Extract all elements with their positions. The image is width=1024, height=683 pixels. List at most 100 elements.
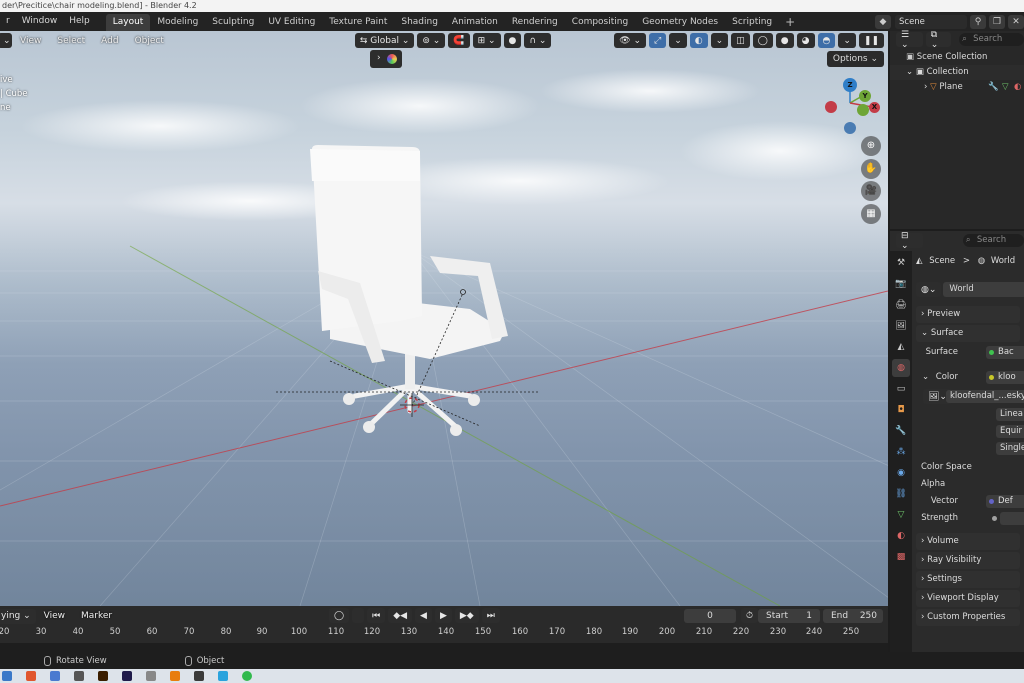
view-layer-tab-icon[interactable]: 🖼 — [892, 317, 910, 335]
overlays-toggle[interactable]: ◐ — [689, 33, 708, 48]
gizmo-z-axis[interactable]: Z — [843, 78, 857, 92]
gizmo-x-axis[interactable]: X — [869, 102, 880, 113]
timeline-view-menu[interactable]: View — [36, 611, 73, 621]
gizmo-neg-y-axis[interactable] — [857, 104, 869, 116]
play-button[interactable]: ▶ — [434, 608, 452, 623]
snap-toggle[interactable]: 🧲 — [448, 33, 470, 48]
timeline[interactable]: ying ⌄ View Marker ◯ ⏮ ◆◀ ◀ ▶ ▶◆ ⏭ 0 ⏱ S… — [0, 606, 888, 652]
stopwatch-icon[interactable]: ⏱ — [741, 608, 759, 623]
start-frame-field[interactable]: Start 1 — [758, 609, 820, 623]
pivot-point-dropdown[interactable]: ⊚ ⌄ — [417, 33, 446, 48]
brave-icon[interactable] — [26, 671, 36, 681]
menu-help[interactable]: Help — [63, 12, 96, 31]
timeline-track[interactable] — [0, 643, 888, 652]
strength-input-field[interactable] — [1000, 512, 1024, 525]
expand-arrow-icon[interactable]: ⌄ — [906, 67, 913, 77]
menu-object[interactable]: Object — [127, 36, 172, 46]
tab-sculpting[interactable]: Sculpting — [205, 14, 261, 31]
pan-view-icon[interactable]: ✋ — [861, 159, 881, 179]
jump-to-next-keyframe-button[interactable]: ▶◆ — [454, 608, 479, 623]
timeline-marker-menu[interactable]: Marker — [73, 611, 120, 621]
app-icon[interactable] — [74, 671, 84, 681]
after-effects-icon[interactable] — [122, 671, 132, 681]
vector-input-field[interactable]: Def — [986, 495, 1024, 508]
snap-target-dropdown[interactable]: ⊞ ⌄ — [472, 33, 501, 48]
telegram-icon[interactable] — [218, 671, 228, 681]
object-tab-icon[interactable]: ◘ — [892, 401, 910, 419]
world-tab-icon[interactable]: ◍ — [892, 359, 910, 377]
docs-icon[interactable] — [50, 671, 60, 681]
particles-tab-icon[interactable]: ⁂ — [892, 443, 910, 461]
scene-name-field[interactable]: Scene — [895, 14, 967, 29]
auto-keying-toggle[interactable]: ◯ — [329, 608, 350, 623]
app-icon[interactable] — [194, 671, 204, 681]
falloff-dropdown[interactable]: ∩ ⌄ — [524, 33, 552, 48]
menu-add[interactable]: Add — [93, 36, 126, 46]
world-name-field[interactable]: World — [943, 282, 1024, 297]
new-scene-icon[interactable]: ❐ — [989, 14, 1005, 29]
constraints-tab-icon[interactable]: ⛓ — [892, 485, 910, 503]
outliner-row-scene-collection[interactable]: ▣ Scene Collection — [890, 50, 1024, 65]
source-dropdown[interactable]: Single — [996, 442, 1024, 455]
add-workspace-button[interactable]: + — [779, 15, 801, 29]
render-tab-icon[interactable]: 📷 — [892, 275, 910, 293]
tab-compositing[interactable]: Compositing — [565, 14, 635, 31]
frame-ruler[interactable]: 20 30 40 50 60 70 80 90 100 110 120 130 … — [0, 627, 888, 642]
gizmo-neg-z-axis[interactable] — [844, 122, 856, 134]
shading-dropdown[interactable]: ⌄ — [838, 33, 856, 48]
menu-view[interactable]: View — [12, 36, 49, 46]
shading-wireframe[interactable]: ◯ — [752, 33, 773, 48]
properties-editor[interactable]: ⊟ ⌄ ⌕ Search ⚒ 📷 🖨 🖼 ◭ ◍ ▭ ◘ 🔧 ⁂ ◉ ⛓ ▽ ◐… — [890, 231, 1024, 652]
data-tab-icon[interactable]: ▽ — [892, 506, 910, 524]
menu-window[interactable]: Window — [16, 12, 64, 31]
expand-arrow-icon[interactable]: › — [924, 82, 927, 92]
expand-arrow-icon[interactable]: ⌄ — [922, 369, 929, 386]
surface-shader-field[interactable]: Bac — [986, 346, 1024, 359]
jump-to-prev-keyframe-button[interactable]: ◆◀ — [388, 608, 413, 623]
pause-render-icon[interactable]: ❚❚ — [858, 33, 884, 48]
playback-dropdown[interactable]: ying ⌄ — [0, 608, 36, 624]
tab-geometry-nodes[interactable]: Geometry Nodes — [635, 14, 725, 31]
end-frame-field[interactable]: End 250 — [823, 609, 883, 623]
section-surface[interactable]: ⌄ Surface — [916, 325, 1020, 342]
xray-toggle[interactable]: ◫ — [731, 33, 750, 48]
options-dropdown[interactable]: Options ⌄ — [826, 51, 884, 67]
shading-material[interactable]: ◕ — [796, 33, 815, 48]
color-input-field[interactable]: kloo — [986, 371, 1024, 384]
tab-texture-paint[interactable]: Texture Paint — [322, 14, 394, 31]
scene-icon[interactable]: ◆ — [875, 14, 891, 29]
tab-animation[interactable]: Animation — [445, 14, 505, 31]
editor-type-button[interactable]: ⌄ — [0, 33, 12, 48]
material-tab-icon[interactable]: ◐ — [892, 527, 910, 545]
jump-to-start-button[interactable]: ⏮ — [367, 608, 386, 623]
outliner-row-collection[interactable]: ⌄ ▣ Collection — [890, 65, 1024, 80]
play-reverse-button[interactable]: ◀ — [415, 608, 432, 623]
shading-rendered[interactable]: ◓ — [817, 33, 836, 48]
tab-modeling[interactable]: Modeling — [150, 14, 205, 31]
menu-select[interactable]: Select — [49, 36, 93, 46]
tab-rendering[interactable]: Rendering — [505, 14, 565, 31]
delete-scene-icon[interactable]: ✕ — [1008, 14, 1024, 29]
section-preview[interactable]: › Preview — [916, 306, 1020, 323]
illustrator-icon[interactable] — [98, 671, 108, 681]
jump-to-end-button[interactable]: ⏭ — [481, 608, 500, 623]
overlays-dropdown[interactable]: ⌄ — [710, 33, 729, 48]
display-mode-dropdown[interactable]: ⧉ ⌄ — [925, 30, 952, 50]
gizmo-y-axis[interactable]: Y — [859, 90, 871, 102]
3d-viewport[interactable]: ⌄ View Select Add Object ⇆ Global ⌄ ⊚ ⌄ … — [0, 31, 888, 606]
perspective-toggle-icon[interactable]: ▦ — [861, 204, 881, 224]
outliner-search-input[interactable]: ⌕ Search — [959, 33, 1024, 46]
tab-uv-editing[interactable]: UV Editing — [261, 14, 322, 31]
tab-shading[interactable]: Shading — [394, 14, 445, 31]
editor-type-button[interactable]: ☰ ⌄ — [896, 30, 923, 50]
image-name-field[interactable]: kloofendal_...esky_ — [946, 390, 1024, 403]
shading-solid[interactable]: ● — [775, 33, 794, 48]
modifier-tab-icon[interactable]: 🔧 — [892, 422, 910, 440]
pin-icon[interactable]: ⚲ — [970, 14, 986, 29]
zoom-view-icon[interactable]: ⊕ — [861, 136, 881, 156]
projection-dropdown[interactable]: Equir — [996, 425, 1024, 438]
blender-icon[interactable] — [170, 671, 180, 681]
visibility-dropdown[interactable]: 👁 ⌄ — [614, 33, 647, 48]
texture-tab-icon[interactable]: ▩ — [892, 548, 910, 566]
start-icon[interactable] — [2, 671, 12, 681]
